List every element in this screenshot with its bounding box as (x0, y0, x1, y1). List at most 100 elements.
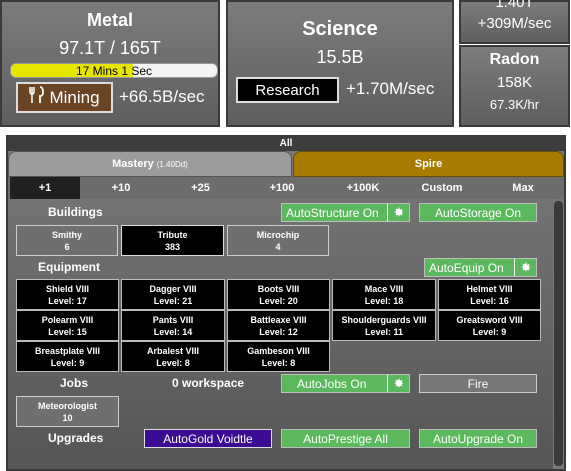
job-meteorologist[interactable]: Meteorologist 10 (16, 396, 119, 427)
research-button[interactable]: Research (236, 77, 339, 103)
autojobs-button[interactable]: AutoJobs On (281, 374, 410, 393)
equipment-level: Level: 20 (259, 296, 298, 306)
equipment-mace[interactable]: Mace VIII Level: 18 (332, 279, 436, 310)
equipment-name: Arbalest VIII (146, 346, 200, 356)
autostructure-label: AutoStructure On (286, 205, 379, 220)
building-name: Smithy (51, 230, 82, 240)
equipment-name: Mace VIII (364, 284, 404, 294)
tab-mastery-sub: (1.40Dd) (156, 159, 188, 169)
equipment-level: Level: 9 (50, 358, 85, 368)
amount-100-button[interactable]: +100 (244, 177, 320, 199)
equipment-name: Polearm VIII (41, 315, 94, 325)
equipment-name: Shield VIII (45, 284, 89, 294)
equipment-name: Boots VIII (257, 284, 300, 294)
jobs-label: Jobs (60, 376, 89, 390)
radon-title: Radon (489, 51, 540, 68)
autostorage-button[interactable]: AutoStorage On (419, 203, 537, 222)
equipment-name: Breastplate VIII (34, 346, 101, 356)
equipment-dagger[interactable]: Dagger VIII Level: 21 (121, 279, 225, 310)
fire-button[interactable]: Fire (419, 374, 537, 393)
mining-label: Mining (49, 87, 100, 107)
science-panel: Science 15.5B Research +1.70M/sec (226, 0, 454, 127)
equipment-name: Battleaxe VIII (250, 315, 307, 325)
amount-1-button[interactable]: +1 (10, 177, 80, 199)
equipment-level: Level: 16 (470, 296, 509, 306)
building-count: 6 (64, 242, 70, 252)
equipment-level: Level: 9 (472, 327, 507, 337)
radon-rate: 67.3K/hr (489, 97, 540, 112)
equipment-name: Shoulderguards VIII (341, 315, 427, 325)
equipment-level: Level: 8 (261, 358, 296, 368)
equipment-name: Gambeson VIII (247, 346, 310, 356)
equipment-label: Equipment (38, 260, 100, 274)
building-name: Tribute (157, 230, 188, 240)
equipment-pants[interactable]: Pants VIII Level: 14 (121, 310, 225, 341)
tab-mastery-label: Mastery (112, 158, 154, 170)
equipment-level: Level: 15 (48, 327, 87, 337)
tab-all[interactable]: All (8, 137, 564, 151)
equipment-boots[interactable]: Boots VIII Level: 20 (227, 279, 330, 310)
metal-rate: +66.5B/sec (119, 87, 205, 106)
fork-pick-icon (29, 86, 45, 109)
amount-25-button[interactable]: +25 (163, 177, 238, 199)
building-microchip[interactable]: Microchip 4 (227, 225, 329, 256)
equipment-helmet[interactable]: Helmet VIII Level: 16 (438, 279, 541, 310)
science-rate: +1.70M/sec (346, 79, 435, 98)
amount-max-button[interactable]: Max (484, 177, 562, 199)
metal-time-text: 17 Mins 1 Sec (75, 64, 153, 78)
equipment-battleaxe[interactable]: Battleaxe VIII Level: 12 (227, 310, 330, 341)
building-smithy[interactable]: Smithy 6 (16, 225, 118, 256)
equipment-name: Dagger VIII (149, 284, 197, 294)
amount-custom-button[interactable]: Custom (404, 177, 480, 199)
building-count: 383 (164, 242, 181, 252)
radon-top-value: 1.40T (495, 0, 534, 11)
equipment-name: Helmet VIII (466, 284, 513, 294)
gear-icon[interactable] (514, 259, 536, 276)
building-count: 4 (275, 242, 281, 252)
autojobs-label: AutoJobs On (297, 376, 367, 391)
autostructure-button[interactable]: AutoStructure On (281, 203, 410, 222)
autoprestige-button[interactable]: AutoPrestige All (281, 429, 410, 448)
equipment-level: Level: 21 (153, 296, 193, 306)
equipment-level: Level: 14 (153, 327, 193, 337)
equipment-shield[interactable]: Shield VIII Level: 17 (16, 279, 119, 310)
job-count: 10 (62, 413, 73, 423)
equipment-level: Level: 17 (48, 296, 87, 306)
mining-button[interactable]: Mining (16, 82, 113, 113)
autogold-button[interactable]: AutoGold Voidtle (144, 429, 272, 448)
radon-amount: 158K (496, 74, 533, 91)
equipment-breastplate[interactable]: Breastplate VIII Level: 9 (16, 341, 119, 372)
gear-icon[interactable] (387, 375, 409, 392)
equipment-level: Level: 18 (364, 296, 404, 306)
metal-progress-bar: 17 Mins 1 Sec (10, 63, 218, 78)
metal-panel: Metal 97.1T / 165T 17 Mins 1 Sec Mining … (0, 0, 220, 127)
building-name: Microchip (256, 230, 300, 240)
building-tribute[interactable]: Tribute 383 (121, 225, 224, 256)
science-title: Science (302, 18, 378, 40)
autoequip-button[interactable]: AutoEquip On (424, 258, 537, 277)
equipment-level: Level: 11 (364, 327, 404, 337)
amount-100k-button[interactable]: +100K (326, 177, 400, 199)
equipment-level: Level: 8 (156, 358, 190, 368)
tab-mastery[interactable]: Mastery (1.40Dd) (8, 151, 292, 177)
gear-icon[interactable] (387, 204, 409, 221)
equipment-name: Pants VIII (152, 315, 194, 325)
equipment-level: Level: 12 (259, 327, 298, 337)
metal-title: Metal (86, 10, 133, 30)
equipment-polearm[interactable]: Polearm VIII Level: 15 (16, 310, 119, 341)
equipment-name: Greatsword VIII (456, 315, 523, 325)
equipment-greatsword[interactable]: Greatsword VIII Level: 9 (438, 310, 541, 341)
tab-spire[interactable]: Spire (293, 151, 564, 177)
equipment-arbalest[interactable]: Arbalest VIII Level: 8 (121, 341, 225, 372)
radon-panel: Radon 158K 67.3K/hr (459, 45, 570, 127)
job-name: Meteorologist (37, 401, 97, 411)
autoequip-label: AutoEquip On (429, 260, 504, 275)
buildings-label: Buildings (48, 205, 103, 219)
equipment-shoulderguards[interactable]: Shoulderguards VIII Level: 11 (332, 310, 436, 341)
workspace-count: 0 workspace (172, 376, 245, 390)
autoupgrade-button[interactable]: AutoUpgrade On (419, 429, 537, 448)
radon-top-rate: +309M/sec (477, 15, 552, 32)
equipment-gambeson[interactable]: Gambeson VIII Level: 8 (227, 341, 330, 372)
scrollbar-thumb[interactable] (554, 201, 563, 466)
amount-10-button[interactable]: +10 (85, 177, 157, 199)
